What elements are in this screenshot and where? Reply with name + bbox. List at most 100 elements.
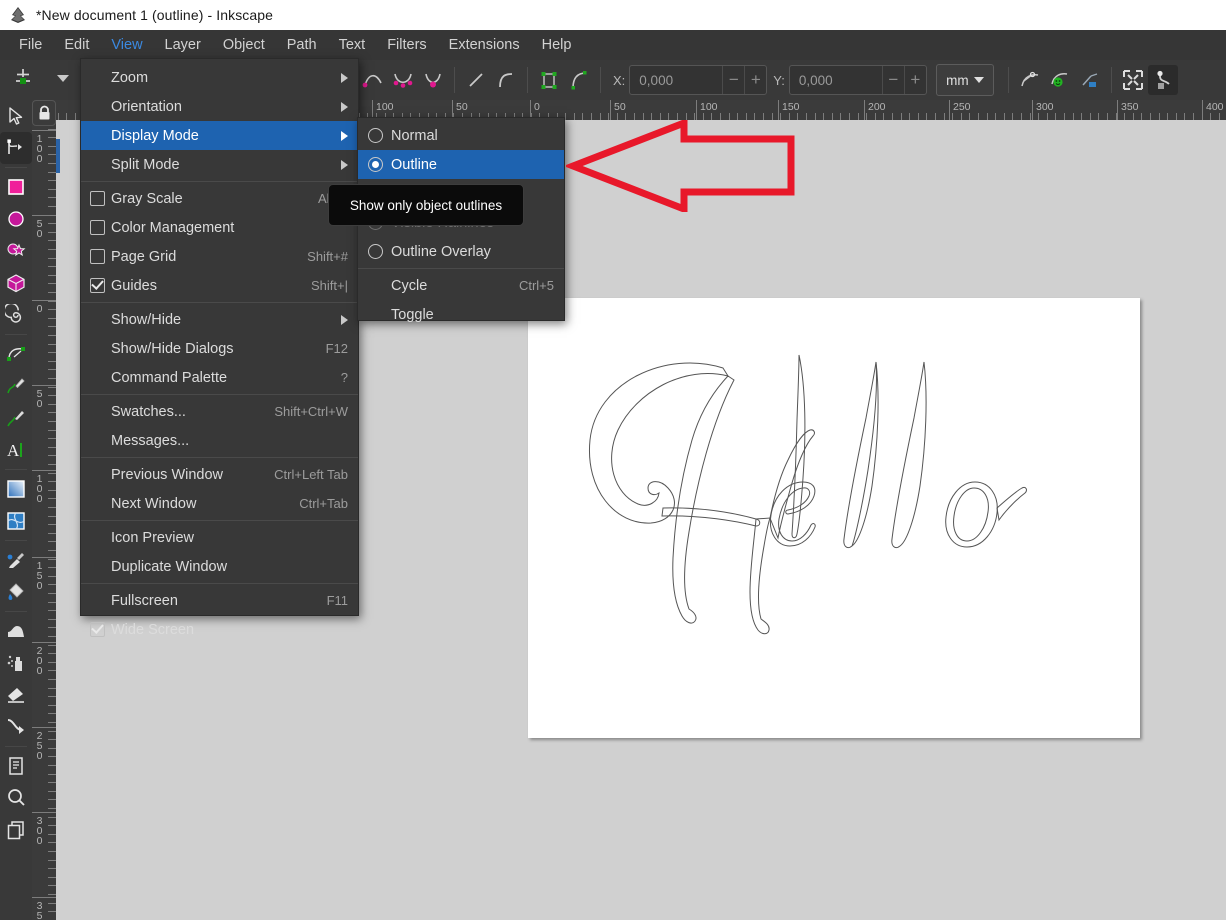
eraser-tool[interactable] <box>0 679 32 711</box>
delete-node-icon[interactable] <box>388 65 418 95</box>
join-node-icon[interactable] <box>418 65 448 95</box>
spiral-tool[interactable] <box>0 299 32 331</box>
display-mode-item-shortcut: Ctrl+5 <box>518 278 554 293</box>
checkbox-unchecked-icon[interactable] <box>90 249 105 264</box>
calligraphy-tool[interactable] <box>0 402 32 434</box>
view-menu-item-split-mode[interactable]: Split Mode <box>81 150 358 179</box>
tweak-tool[interactable] <box>0 615 32 647</box>
zoom-tool[interactable] <box>0 782 32 814</box>
snap-plus-icon[interactable] <box>10 65 36 96</box>
view-menu-item-next-window[interactable]: Next Window Ctrl+Tab <box>81 489 358 518</box>
dropper-tool[interactable] <box>0 544 32 576</box>
clip-paths-icon[interactable] <box>1118 65 1148 95</box>
checkbox-unchecked-icon[interactable] <box>90 220 105 235</box>
view-menu-item-icon-preview[interactable]: Icon Preview <box>81 523 358 552</box>
lock-closed-icon[interactable] <box>32 100 56 126</box>
vertical-ruler[interactable]: 100 50 0 50 100 150 200 250 300 350 <box>32 120 56 920</box>
chevron-down-icon[interactable] <box>55 71 71 89</box>
display-mode-item-outline[interactable]: Outline <box>358 150 564 179</box>
x-increment-button[interactable]: + <box>744 66 766 94</box>
display-mode-item-cycle[interactable]: Cycle Ctrl+5 <box>358 271 564 300</box>
display-mode-item-label: Outline <box>391 156 437 173</box>
view-menu-item-swatches[interactable]: Swatches... Shift+Ctrl+W <box>81 397 358 426</box>
ellipse-tool[interactable] <box>0 203 32 235</box>
view-menu-item-command-palette[interactable]: Command Palette? <box>81 363 358 392</box>
ruler-minor-tick <box>978 113 979 120</box>
ruler-major-tick <box>32 727 56 728</box>
spray-tool[interactable] <box>0 647 32 679</box>
radio-selected-icon[interactable] <box>368 157 383 172</box>
mask-paths-icon[interactable] <box>1147 65 1178 95</box>
page-title: *New document 1 (outline) - Inkscape <box>36 7 274 23</box>
line-segment-icon[interactable] <box>461 65 491 95</box>
ruler-minor-tick <box>797 113 798 120</box>
menu-object[interactable]: Object <box>212 33 276 58</box>
bezier-tool[interactable] <box>0 338 32 370</box>
insert-node-icon[interactable] <box>358 65 388 95</box>
hello-artwork-outline[interactable] <box>556 310 1136 640</box>
display-mode-item-toggle[interactable]: Toggle <box>358 300 564 329</box>
menu-text[interactable]: Text <box>328 33 377 58</box>
ruler-minor-tick <box>858 113 859 120</box>
curve-segment-icon[interactable] <box>491 65 521 95</box>
menu-help[interactable]: Help <box>531 33 583 58</box>
ruler-minor-tick <box>48 627 56 628</box>
display-mode-item-normal[interactable]: Normal <box>358 121 564 150</box>
checkbox-checked-icon[interactable] <box>90 278 105 293</box>
view-menu-item-previous-window[interactable]: Previous Window Ctrl+Left Tab <box>81 460 358 489</box>
y-coordinate-input[interactable]: 0,000 − + <box>788 65 927 95</box>
view-menu-item-display-mode[interactable]: Display Mode <box>81 121 358 150</box>
paintbucket-tool[interactable] <box>0 576 32 608</box>
menu-extensions[interactable]: Extensions <box>438 33 531 58</box>
view-menu-item-messages[interactable]: Messages... <box>81 426 358 455</box>
view-menu-item-orientation[interactable]: Orientation <box>81 92 358 121</box>
stroke-to-path-icon[interactable] <box>564 65 594 95</box>
x-decrement-button[interactable]: − <box>722 66 744 94</box>
menu-edit[interactable]: Edit <box>53 33 100 58</box>
rectangle-tool[interactable] <box>0 171 32 203</box>
view-menu-item-show-hide-dialogs[interactable]: Show/Hide Dialogs F12 <box>81 334 358 363</box>
radio-unselected-icon[interactable] <box>368 244 383 259</box>
view-menu-item-show-hide[interactable]: Show/Hide <box>81 305 358 334</box>
pencil-tool[interactable] <box>0 370 32 402</box>
show-outline-icon[interactable] <box>1075 65 1105 95</box>
view-menu-item-zoom[interactable]: Zoom <box>81 63 358 92</box>
radio-unselected-icon[interactable] <box>368 128 383 143</box>
ruler-minor-tick <box>48 490 56 491</box>
view-menu-item-wide-screen[interactable]: Wide Screen <box>81 615 358 644</box>
connector-tool[interactable] <box>0 711 32 743</box>
view-menu-item-label: Display Mode <box>111 127 199 144</box>
menu-filters[interactable]: Filters <box>376 33 437 58</box>
gradient-tool[interactable] <box>0 473 32 505</box>
ruler-minor-tick <box>48 275 56 276</box>
display-mode-item-outline-overlay[interactable]: Outline Overlay <box>358 237 564 266</box>
selector-tool[interactable] <box>0 100 32 132</box>
node-tool[interactable] <box>0 132 32 164</box>
menu-path[interactable]: Path <box>276 33 328 58</box>
menu-layer[interactable]: Layer <box>154 33 212 58</box>
x-coordinate-input[interactable]: 0,000 − + <box>629 65 768 95</box>
lpe-tool[interactable] <box>0 750 32 782</box>
star-tool[interactable] <box>0 235 32 267</box>
view-menu-item-color-management[interactable]: Color Management <box>81 213 358 242</box>
checkbox-unchecked-icon[interactable] <box>90 191 105 206</box>
pages-tool[interactable] <box>0 814 32 846</box>
checkbox-checked-icon[interactable] <box>90 622 105 637</box>
unit-selector[interactable]: mm <box>935 64 994 96</box>
mesh-tool[interactable] <box>0 505 32 537</box>
ruler-minor-tick <box>48 739 56 740</box>
text-tool[interactable]: A <box>0 434 32 466</box>
3dbox-tool[interactable] <box>0 267 32 299</box>
show-transform-handles-icon[interactable] <box>1015 65 1045 95</box>
menu-view[interactable]: View <box>100 33 153 61</box>
object-to-path-icon[interactable] <box>534 65 564 95</box>
menu-file[interactable]: File <box>8 33 53 58</box>
y-decrement-button[interactable]: − <box>881 66 904 94</box>
show-bezier-handles-icon[interactable] <box>1045 65 1075 95</box>
view-menu-item-guides[interactable]: Guides Shift+| <box>81 271 358 300</box>
view-menu-item-page-grid[interactable]: Page Grid Shift+# <box>81 242 358 271</box>
view-menu-item-gray-scale[interactable]: Gray ScaleAlt+5 <box>81 184 358 213</box>
view-menu-item-fullscreen[interactable]: Fullscreen F11 <box>81 586 358 615</box>
view-menu-item-duplicate-window[interactable]: Duplicate Window <box>81 552 358 581</box>
y-increment-button[interactable]: + <box>903 66 926 94</box>
